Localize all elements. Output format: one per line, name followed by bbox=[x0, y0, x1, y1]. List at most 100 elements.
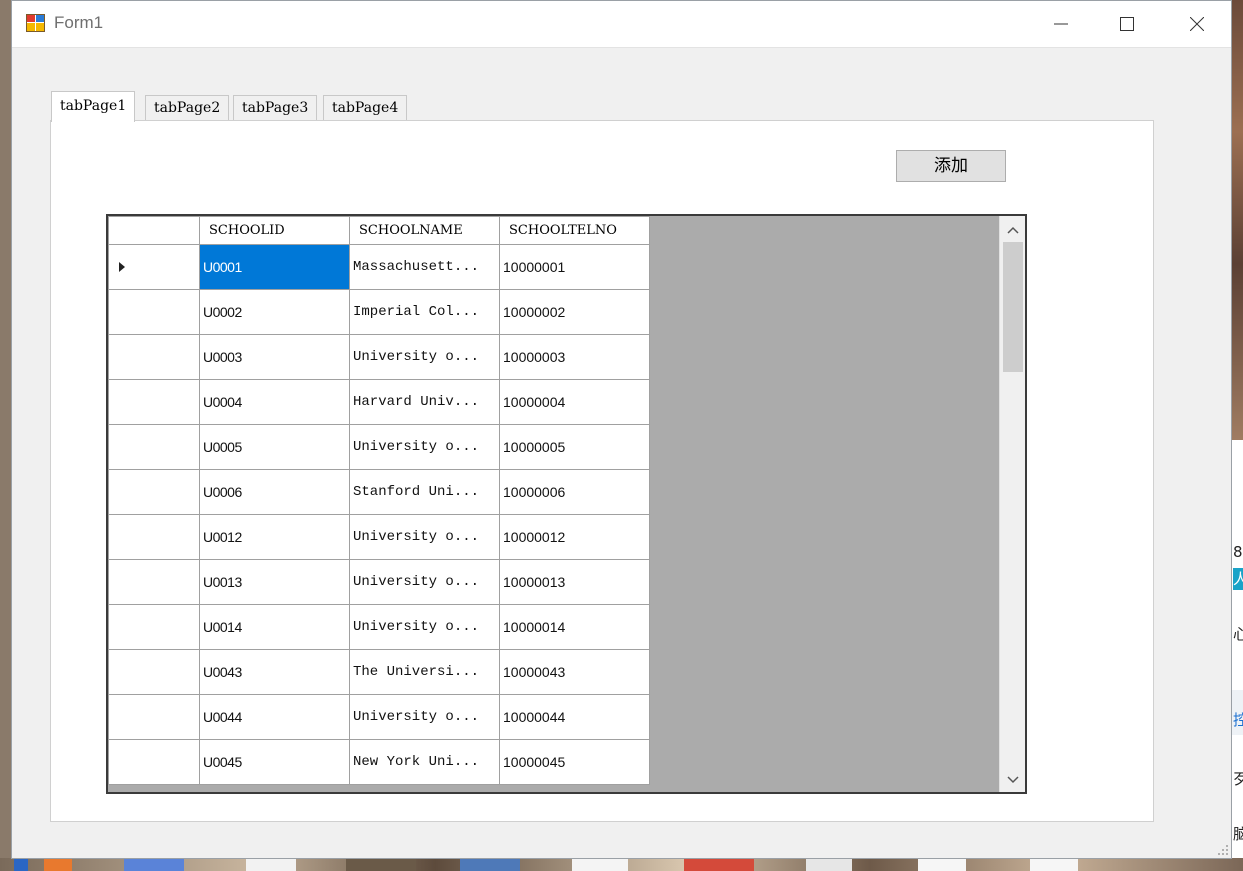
tab-tabpage4[interactable]: tabPage4 bbox=[323, 95, 408, 121]
row-header[interactable] bbox=[108, 604, 200, 650]
cell-schoolid[interactable]: U0004 bbox=[199, 379, 350, 425]
cell-schoolid[interactable]: U0012 bbox=[199, 514, 350, 560]
cell-schoolid[interactable]: U0043 bbox=[199, 649, 350, 695]
row-header[interactable] bbox=[108, 244, 200, 290]
cell-schoolname[interactable]: University o... bbox=[349, 604, 500, 650]
close-button[interactable] bbox=[1174, 1, 1220, 47]
cell-schooltelno[interactable]: 10000043 bbox=[499, 649, 650, 695]
cell-schoolname[interactable]: Stanford Uni... bbox=[349, 469, 500, 515]
tab-tabpage3[interactable]: tabPage3 bbox=[233, 95, 318, 121]
cell-schooltelno[interactable]: 10000014 bbox=[499, 604, 650, 650]
taskbar-item[interactable] bbox=[44, 858, 72, 871]
header-row: SCHOOLID SCHOOLNAME SCHOOLTELNO bbox=[108, 216, 650, 245]
column-header-schoolname[interactable]: SCHOOLNAME bbox=[349, 216, 500, 245]
cell-schoolname[interactable]: New York Uni... bbox=[349, 739, 500, 785]
cell-schooltelno[interactable]: 10000004 bbox=[499, 379, 650, 425]
cell-schoolname[interactable]: University o... bbox=[349, 514, 500, 560]
row-header[interactable] bbox=[108, 424, 200, 470]
cell-schooltelno[interactable]: 10000003 bbox=[499, 334, 650, 380]
taskbar-item[interactable] bbox=[246, 858, 296, 871]
background-text: 歹 bbox=[1233, 770, 1243, 788]
tab-tabpage2[interactable]: tabPage2 bbox=[145, 95, 230, 121]
cell-schooltelno[interactable]: 10000044 bbox=[499, 694, 650, 740]
cell-schooltelno[interactable]: 10000013 bbox=[499, 559, 650, 605]
row-header-corner[interactable] bbox=[108, 216, 200, 245]
maximize-button[interactable] bbox=[1104, 1, 1150, 47]
background-text: 控 bbox=[1233, 711, 1243, 729]
cell-schoolid[interactable]: U0002 bbox=[199, 289, 350, 335]
table-row[interactable]: U0004 Harvard Univ... 10000004 bbox=[108, 379, 650, 425]
row-header[interactable] bbox=[108, 694, 200, 740]
row-header[interactable] bbox=[108, 379, 200, 425]
scroll-thumb[interactable] bbox=[1003, 242, 1023, 372]
taskbar-item[interactable] bbox=[806, 858, 852, 871]
background-text: 心 bbox=[1233, 625, 1243, 643]
table-row[interactable]: U0045 New York Uni... 10000045 bbox=[108, 739, 650, 785]
table-row[interactable]: U0003 University o... 10000003 bbox=[108, 334, 650, 380]
table-row[interactable]: U0002 Imperial Col... 10000002 bbox=[108, 289, 650, 335]
cell-schoolname[interactable]: University o... bbox=[349, 424, 500, 470]
chevron-down-icon bbox=[1007, 776, 1019, 784]
table-row[interactable]: U0044 University o... 10000044 bbox=[108, 694, 650, 740]
row-header[interactable] bbox=[108, 739, 200, 785]
cell-schoolname[interactable]: University o... bbox=[349, 694, 500, 740]
table-row[interactable]: U0001 Massachusett... 10000001 bbox=[108, 244, 650, 290]
taskbar-item[interactable] bbox=[346, 858, 416, 871]
background-text: 脑 bbox=[1233, 825, 1243, 843]
minimize-icon bbox=[1054, 23, 1068, 25]
row-header[interactable] bbox=[108, 289, 200, 335]
table-row[interactable]: U0043 The Universi... 10000043 bbox=[108, 649, 650, 695]
table-row[interactable]: U0006 Stanford Uni... 10000006 bbox=[108, 469, 650, 515]
cell-schoolid[interactable]: U0044 bbox=[199, 694, 350, 740]
cell-schoolid[interactable]: U0045 bbox=[199, 739, 350, 785]
taskbar-item[interactable] bbox=[684, 858, 754, 871]
cell-schoolid[interactable]: U0013 bbox=[199, 559, 350, 605]
row-header[interactable] bbox=[108, 469, 200, 515]
table-row[interactable]: U0013 University o... 10000013 bbox=[108, 559, 650, 605]
resize-grip-icon[interactable] bbox=[1217, 844, 1229, 856]
cell-schoolid[interactable]: U0006 bbox=[199, 469, 350, 515]
cell-schoolid[interactable]: U0003 bbox=[199, 334, 350, 380]
row-header[interactable] bbox=[108, 334, 200, 380]
cell-schoolname[interactable]: University o... bbox=[349, 559, 500, 605]
table-row[interactable]: U0012 University o... 10000012 bbox=[108, 514, 650, 560]
close-icon bbox=[1190, 17, 1204, 31]
column-header-schoolid[interactable]: SCHOOLID bbox=[199, 216, 350, 245]
scroll-down-button[interactable] bbox=[1000, 768, 1025, 792]
cell-schoolname[interactable]: The Universi... bbox=[349, 649, 500, 695]
cell-schoolid[interactable]: U0014 bbox=[199, 604, 350, 650]
cell-schooltelno[interactable]: 10000012 bbox=[499, 514, 650, 560]
cell-schoolname[interactable]: University o... bbox=[349, 334, 500, 380]
taskbar-item[interactable] bbox=[572, 858, 628, 871]
row-header[interactable] bbox=[108, 649, 200, 695]
table-row[interactable]: U0014 University o... 10000014 bbox=[108, 604, 650, 650]
column-header-schooltelno[interactable]: SCHOOLTELNO bbox=[499, 216, 650, 245]
minimize-button[interactable] bbox=[1038, 1, 1084, 47]
table-row[interactable]: U0005 University o... 10000005 bbox=[108, 424, 650, 470]
cell-schooltelno[interactable]: 10000006 bbox=[499, 469, 650, 515]
grid-table: SCHOOLID SCHOOLNAME SCHOOLTELNO U0001 Mas… bbox=[108, 216, 650, 785]
cell-schoolname[interactable]: Imperial Col... bbox=[349, 289, 500, 335]
cell-schoolname[interactable]: Harvard Univ... bbox=[349, 379, 500, 425]
scroll-up-button[interactable] bbox=[1000, 218, 1025, 242]
row-header[interactable] bbox=[108, 559, 200, 605]
taskbar-item[interactable] bbox=[1030, 858, 1078, 871]
taskbar-item[interactable] bbox=[918, 858, 966, 871]
cell-schooltelno[interactable]: 10000002 bbox=[499, 289, 650, 335]
taskbar-item[interactable] bbox=[460, 858, 520, 871]
taskbar-item[interactable] bbox=[124, 858, 184, 871]
cell-schooltelno[interactable]: 10000005 bbox=[499, 424, 650, 470]
row-header[interactable] bbox=[108, 514, 200, 560]
add-button[interactable]: 添加 bbox=[896, 150, 1006, 182]
title-bar[interactable]: Form1 bbox=[12, 1, 1231, 48]
tab-tabpage1[interactable]: tabPage1 bbox=[51, 91, 136, 122]
cell-schoolname[interactable]: Massachusett... bbox=[349, 244, 500, 290]
data-grid[interactable]: SCHOOLID SCHOOLNAME SCHOOLTELNO U0001 Mas… bbox=[106, 214, 1027, 794]
vertical-scrollbar[interactable] bbox=[999, 216, 1025, 792]
cell-schooltelno[interactable]: 10000001 bbox=[499, 244, 650, 290]
cell-schoolid[interactable]: U0005 bbox=[199, 424, 350, 470]
taskbar-item[interactable] bbox=[14, 858, 28, 871]
triangle-right-icon bbox=[119, 262, 125, 272]
cell-schoolid[interactable]: U0001 bbox=[199, 244, 350, 290]
cell-schooltelno[interactable]: 10000045 bbox=[499, 739, 650, 785]
